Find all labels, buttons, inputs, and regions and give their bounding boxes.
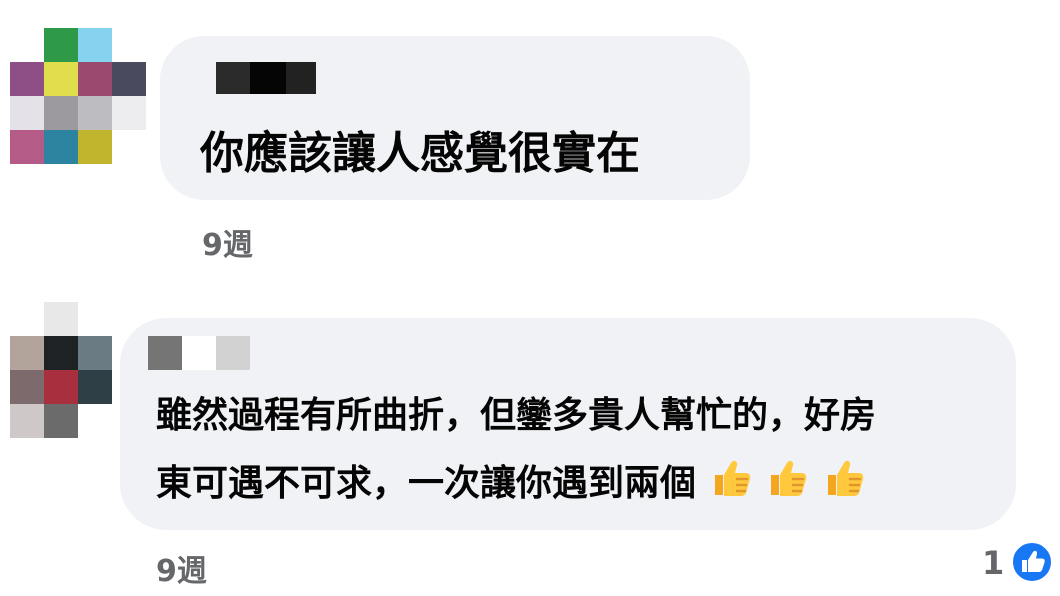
avatar-pixel — [44, 28, 78, 62]
avatar-pixel — [112, 62, 146, 96]
avatar-pixel — [10, 62, 44, 96]
avatar-pixel — [112, 28, 146, 62]
avatar-pixel — [44, 404, 78, 438]
thumbs-up-emoji-icon — [827, 460, 863, 496]
avatar-pixel — [44, 370, 78, 404]
avatar-pixel — [78, 404, 112, 438]
avatar-pixel — [78, 96, 112, 130]
avatar-pixel — [10, 370, 44, 404]
avatar-pixel — [10, 96, 44, 130]
avatar-pixel — [10, 28, 44, 62]
thumbs-up-emoji-icon — [771, 460, 807, 496]
avatar-pixel — [44, 96, 78, 130]
avatar-pixel — [44, 336, 78, 370]
comment-timestamp[interactable]: 9週 — [202, 220, 253, 264]
avatar-pixel — [10, 130, 44, 164]
avatar-pixel — [10, 404, 44, 438]
avatar-pixel — [112, 96, 146, 130]
comment-timestamp[interactable]: 9週 — [156, 546, 207, 590]
like-reaction-icon[interactable] — [1010, 540, 1054, 584]
comment-text: 你應該讓人感覺很實在 — [200, 128, 640, 179]
thumbs-up-emoji-icon — [714, 460, 750, 496]
avatar-pixel — [78, 336, 112, 370]
avatar-pixel — [78, 62, 112, 96]
avatar-pixel — [78, 130, 112, 164]
commenter-name-redacted[interactable] — [148, 336, 250, 370]
avatar-pixel — [78, 370, 112, 404]
commenter-avatar[interactable] — [10, 28, 146, 164]
commenter-name-redacted[interactable] — [216, 62, 316, 94]
avatar-pixel — [10, 336, 44, 370]
reaction-count[interactable]: 1 — [982, 544, 1004, 582]
avatar-pixel — [112, 130, 146, 164]
avatar-pixel — [44, 62, 78, 96]
comment-text-line-2: 東可遇不可求，一次讓你遇到兩個 — [156, 454, 866, 514]
avatar-pixel — [44, 130, 78, 164]
avatar-pixel — [78, 28, 112, 62]
avatar-pixel — [44, 302, 78, 336]
avatar-pixel — [78, 302, 112, 336]
avatar-pixel — [10, 302, 44, 336]
comment-text-line-1: 雖然過程有所曲折，但鑾多貴人幫忙的，好房 — [156, 395, 877, 436]
comment-text-line-2-content: 東可遇不可求，一次讓你遇到兩個 — [156, 463, 697, 504]
